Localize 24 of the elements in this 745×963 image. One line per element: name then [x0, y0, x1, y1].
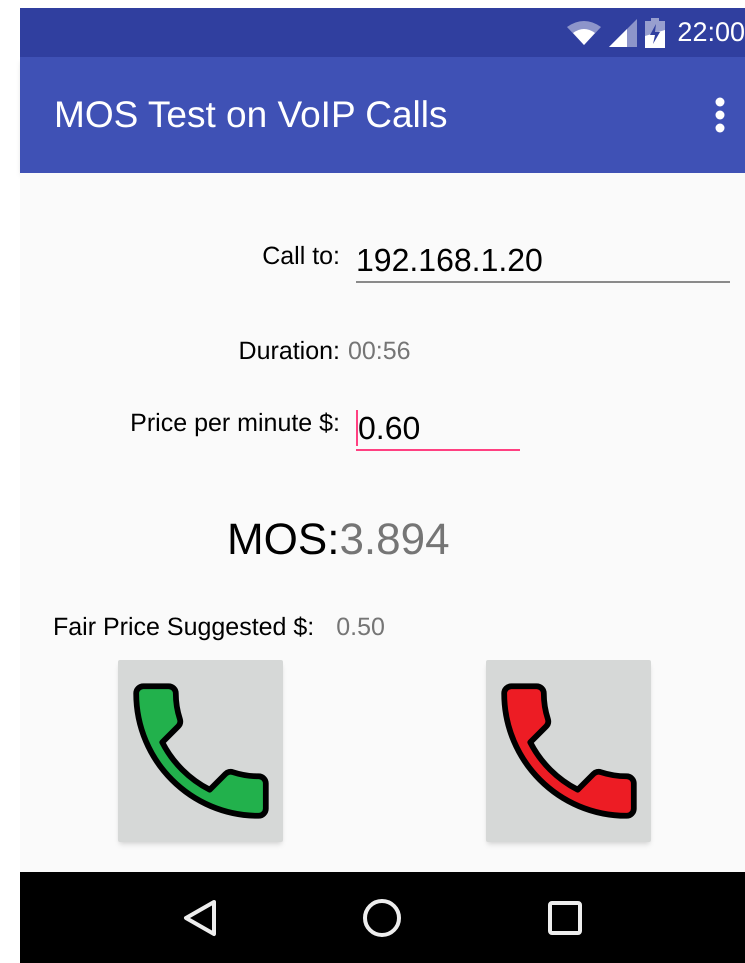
wifi-icon [567, 20, 602, 44]
phone-button[interactable] [118, 660, 283, 842]
signal-icon [609, 18, 638, 46]
duration-label: Duration: [238, 336, 340, 367]
clock: 22:00 [677, 16, 745, 50]
fair-price-value: 0.50 [336, 612, 385, 642]
app-title: MOS Test on VoIP Calls [54, 93, 448, 138]
text-field[interactable]: 192.168.1.20 [356, 239, 730, 283]
fair-price-label: Fair Price Suggested $: [53, 612, 314, 642]
recent-apps-icon[interactable] [548, 900, 582, 934]
text-cursor [356, 410, 358, 446]
home-icon[interactable] [362, 898, 402, 938]
battery-icon [645, 18, 666, 48]
duration-value: 00:56 [348, 336, 411, 367]
field-value: 192.168.1.20 [356, 241, 543, 280]
call-to-label: Call to: [261, 240, 340, 272]
price-label: Price per minute $: [129, 408, 340, 439]
text-field[interactable]: 0.60 [356, 406, 520, 450]
mos-label: MOS: [227, 514, 340, 566]
back-icon[interactable] [182, 898, 217, 936]
mos-value: 3.894 [339, 514, 450, 566]
overflow-menu-icon[interactable] [715, 97, 725, 133]
phone-button[interactable] [486, 660, 651, 842]
field-value: 0.60 [358, 408, 420, 448]
